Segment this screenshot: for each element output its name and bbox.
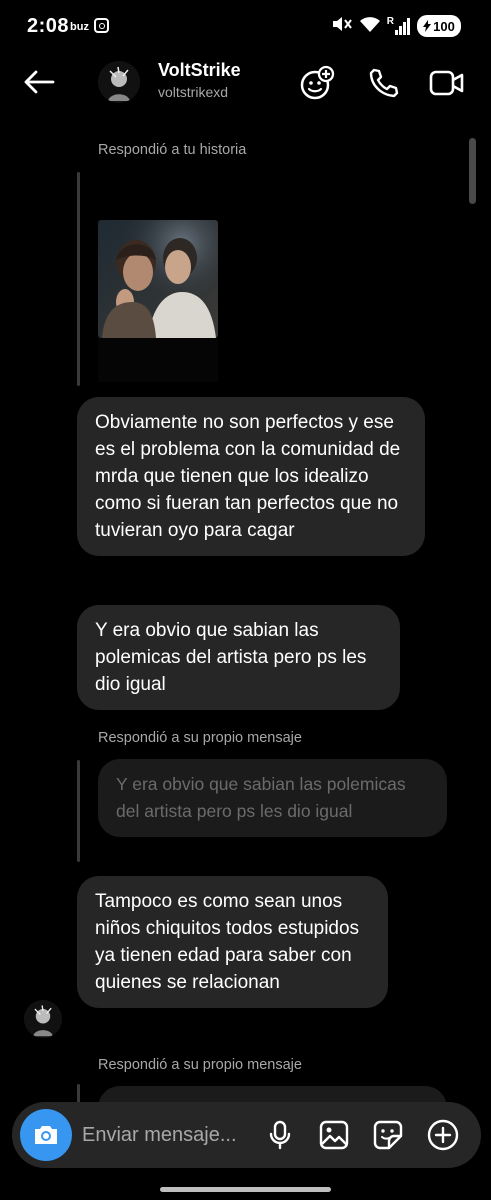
contact-username[interactable]: VoltStrike (158, 60, 241, 81)
message-composer (12, 1102, 481, 1168)
story-thumbnail[interactable] (98, 220, 218, 338)
image-icon (319, 1120, 349, 1150)
home-indicator[interactable] (160, 1187, 331, 1192)
microphone-icon (269, 1120, 291, 1150)
camera-button[interactable] (20, 1109, 72, 1161)
effects-button[interactable] (298, 64, 336, 102)
battery-level: 100 (433, 18, 455, 34)
wifi-icon (359, 15, 381, 38)
sticker-button[interactable] (371, 1118, 405, 1152)
bolt-icon (423, 20, 432, 32)
contact-avatar[interactable] (98, 61, 140, 103)
message-bubble[interactable]: Y era obvio que sabian las polemicas del… (77, 605, 400, 710)
status-indicators: R 100 (331, 14, 461, 38)
quoted-message-text: Y era obvio que sabian las polemicas del… (116, 774, 406, 821)
quote-bar (77, 760, 80, 862)
back-button[interactable] (20, 64, 58, 100)
status-carrier: buz (70, 21, 89, 33)
message-text: Y era obvio que sabian las polemicas del… (95, 620, 367, 695)
sticker-icon (373, 1120, 403, 1150)
more-options-button[interactable] (426, 1118, 460, 1152)
quoted-message-bubble[interactable]: Y era obvio que sabian las polemicas del… (98, 759, 447, 837)
gallery-button[interactable] (317, 1118, 351, 1152)
message-bubble[interactable]: Obviamente no son perfectos y ese es el … (77, 397, 425, 556)
sender-avatar[interactable] (24, 1000, 62, 1038)
camera-icon (35, 1126, 57, 1144)
call-button[interactable] (364, 64, 402, 102)
contact-handle[interactable]: voltstrikexd (158, 84, 228, 100)
plus-circle-icon (427, 1119, 459, 1151)
scrollbar[interactable] (469, 138, 476, 204)
instagram-notification-icon (94, 18, 109, 33)
status-bar: 2:08 buz R 100 (0, 0, 491, 52)
story-reply-label: Respondió a tu historia (98, 142, 247, 158)
message-bubble[interactable]: Tampoco es como sean unos niños chiquito… (77, 876, 388, 1008)
voice-message-button[interactable] (263, 1118, 297, 1152)
phone-icon (369, 68, 399, 98)
quote-bar (77, 172, 80, 386)
network-type-label: R (386, 16, 394, 27)
message-text: Obviamente no son perfectos y ese es el … (95, 412, 401, 541)
chat-header: VoltStrike voltstrikexd (0, 52, 491, 114)
story-caption-area (98, 338, 218, 382)
mute-icon (331, 14, 353, 39)
face-plus-icon (300, 65, 335, 100)
message-input[interactable] (82, 1120, 267, 1150)
self-reply-label: Respondió a su propio mensaje (98, 1057, 302, 1073)
battery-indicator: 100 (417, 15, 461, 37)
self-reply-label: Respondió a su propio mensaje (98, 730, 302, 746)
arrow-left-icon (24, 70, 55, 94)
status-time: 2:08 (27, 15, 70, 37)
quote-bar (77, 1084, 80, 1104)
video-call-button[interactable] (428, 64, 466, 102)
signal-icon: R (387, 17, 411, 35)
message-text: Tampoco es como sean unos niños chiquito… (95, 891, 360, 993)
video-camera-icon (429, 70, 464, 96)
